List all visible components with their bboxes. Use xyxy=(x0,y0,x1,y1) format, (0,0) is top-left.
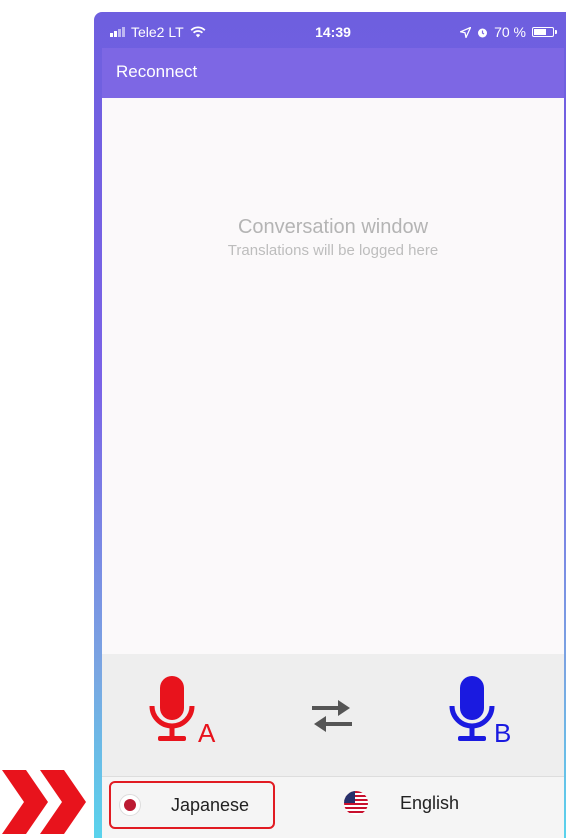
battery-percent: 70 % xyxy=(494,24,526,40)
mic-a-letter: A xyxy=(198,718,216,748)
language-bar: Japanese English xyxy=(102,776,564,838)
controls-bar: A B xyxy=(102,654,564,776)
us-flag-icon xyxy=(344,791,368,815)
reconnect-button[interactable]: Reconnect xyxy=(116,62,197,82)
language-b-label: English xyxy=(400,793,460,813)
app-header: Reconnect xyxy=(102,48,564,98)
pointer-chevrons-icon xyxy=(2,770,86,834)
swap-arrows-icon[interactable] xyxy=(308,696,356,736)
location-arrow-icon xyxy=(460,26,472,38)
language-a-selector[interactable]: Japanese xyxy=(109,781,275,829)
status-bar: Tele2 LT 14:39 70 % xyxy=(102,18,564,44)
mic-b-button[interactable]: B xyxy=(444,672,511,757)
conversation-placeholder-title: Conversation window xyxy=(237,216,429,238)
language-a-label: Japanese xyxy=(171,795,250,815)
microphone-icon xyxy=(149,676,195,741)
mic-a-button[interactable]: A xyxy=(144,672,215,757)
conversation-window: Conversation window Translations will be… xyxy=(102,98,564,654)
status-right: 70 % xyxy=(460,24,557,40)
alarm-icon xyxy=(478,28,488,37)
conversation-placeholder-subtitle: Translations will be logged here xyxy=(227,242,439,259)
language-b-selector[interactable]: English xyxy=(340,781,520,829)
mic-b-letter: B xyxy=(494,718,512,748)
japan-flag-icon xyxy=(119,794,141,816)
microphone-icon xyxy=(449,676,495,741)
battery-icon xyxy=(532,27,557,37)
battery-fill xyxy=(534,29,546,35)
